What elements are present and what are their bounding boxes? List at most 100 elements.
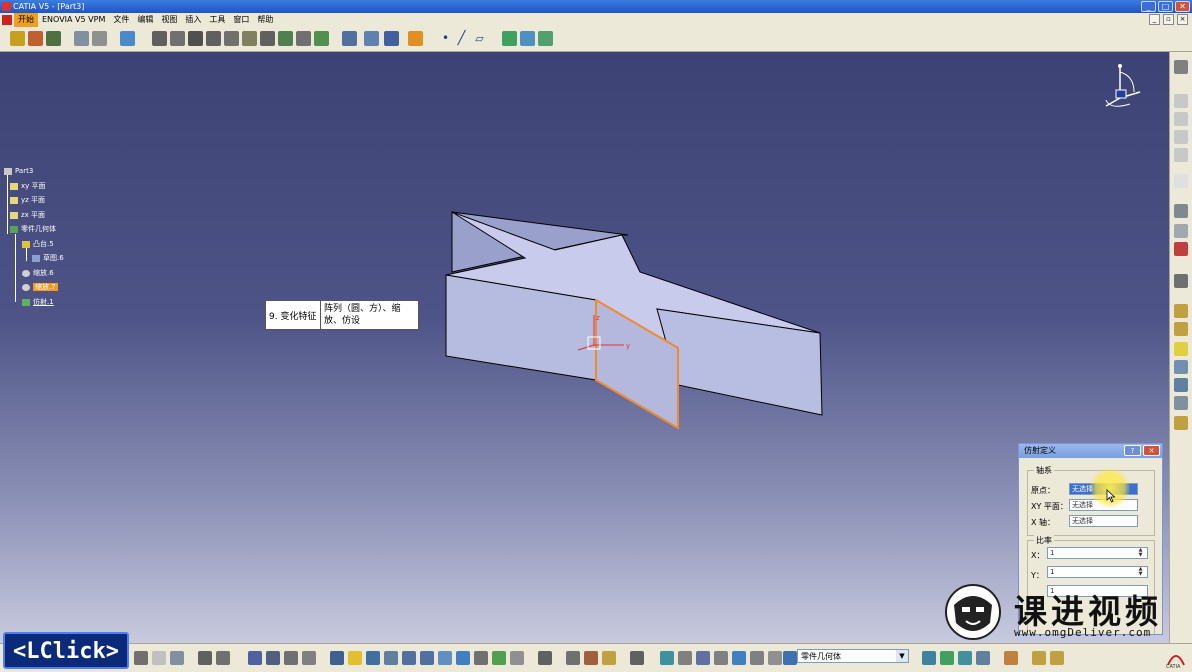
menu-tools[interactable]: 工具 <box>205 13 229 27</box>
maximize-button[interactable]: □ <box>1158 1 1173 12</box>
iso-view-icon[interactable] <box>456 651 470 665</box>
dimension-icon[interactable] <box>714 651 728 665</box>
tree-item-pad[interactable]: 凸台.5 <box>22 238 54 250</box>
y-ratio-field[interactable]: 1 ▲ ▼ <box>1047 566 1148 578</box>
x-axis-field[interactable]: 无选择 <box>1069 515 1138 527</box>
fit-all-icon[interactable] <box>330 651 344 665</box>
tree-item-scaling-6[interactable]: 缩放.6 <box>22 267 54 279</box>
chamfer-icon[interactable] <box>170 31 185 46</box>
assemble-icon[interactable] <box>1174 322 1188 336</box>
update-icon[interactable] <box>302 651 316 665</box>
shading-icon[interactable] <box>474 651 488 665</box>
menu-file[interactable]: 文件 <box>109 13 133 27</box>
minimize-button[interactable]: _ <box>1141 1 1156 12</box>
transform-icon[interactable] <box>1174 360 1188 374</box>
menu-start[interactable]: 开始 <box>14 13 38 27</box>
view-front-icon[interactable] <box>1174 94 1188 108</box>
draft-icon[interactable] <box>188 31 203 46</box>
close-surface-icon[interactable] <box>296 31 311 46</box>
3d-viewport[interactable]: y z Part3 xy 平面 yz 平面 zx 平面 零件几何体 凸台.5 草… <box>0 52 1169 643</box>
sew-surface-icon[interactable] <box>314 31 329 46</box>
tools-palette-icon[interactable] <box>1032 651 1046 665</box>
axis-icon[interactable] <box>696 651 710 665</box>
tree-item-body[interactable]: 零件几何体 <box>10 223 56 235</box>
chevron-down-icon[interactable]: ▼ <box>896 650 908 662</box>
gear-icon[interactable] <box>1174 60 1188 74</box>
close-button[interactable]: ✕ <box>1175 1 1190 12</box>
material-icon[interactable] <box>602 651 616 665</box>
annotation-icon[interactable] <box>408 31 423 46</box>
normal-view-icon[interactable] <box>438 651 452 665</box>
document-icon[interactable] <box>2 15 12 25</box>
dialog-help-button[interactable]: ? <box>1124 445 1141 456</box>
menu-edit[interactable]: 编辑 <box>133 13 157 27</box>
tree-item-affinity[interactable]: 仿射.1 <box>22 296 54 308</box>
shell-icon[interactable] <box>206 31 221 46</box>
pan-icon[interactable] <box>366 651 380 665</box>
thick-surface-icon[interactable] <box>278 31 293 46</box>
menu-window[interactable]: 窗口 <box>229 13 253 27</box>
dialog-title-bar[interactable]: 仿射定义 ? ✕ <box>1019 444 1162 458</box>
fly-icon[interactable] <box>348 651 362 665</box>
x-ratio-spinner[interactable]: ▲ ▼ <box>1136 548 1145 558</box>
formula-icon[interactable] <box>198 651 212 665</box>
tree-root-part[interactable]: Part3 <box>4 165 33 177</box>
tree-item-sketch[interactable]: 草图.6 <box>32 252 64 264</box>
zoom-in-icon[interactable] <box>402 651 416 665</box>
rib-icon[interactable] <box>92 31 107 46</box>
shaft-icon[interactable] <box>46 31 61 46</box>
fillet-icon[interactable] <box>152 31 167 46</box>
current-body-select[interactable]: 零件几何体 ▼ <box>797 649 909 663</box>
view-left-icon[interactable] <box>1174 130 1188 144</box>
view-right-icon[interactable] <box>1174 148 1188 162</box>
doc-close-button[interactable]: × <box>1177 14 1188 25</box>
current-body-icon[interactable] <box>783 651 797 665</box>
sketch-icon[interactable] <box>120 31 135 46</box>
point-icon[interactable]: • <box>438 31 453 46</box>
undo-icon[interactable] <box>134 651 148 665</box>
add-body-icon[interactable] <box>1174 342 1188 356</box>
swap-space-icon[interactable] <box>510 651 524 665</box>
x-ratio-field[interactable]: 1 ▲ ▼ <box>1047 547 1148 559</box>
select-cursor-icon[interactable] <box>1174 174 1188 188</box>
knowledge-icon[interactable] <box>266 651 280 665</box>
scaling-tool-icon[interactable] <box>1174 378 1188 392</box>
filter-icon[interactable] <box>750 651 764 665</box>
union-trim-icon[interactable] <box>976 651 990 665</box>
compass-icon[interactable] <box>1100 62 1146 114</box>
pad-icon[interactable] <box>10 31 25 46</box>
sketcher-icon[interactable] <box>1174 204 1188 218</box>
redo-icon[interactable] <box>152 651 166 665</box>
translation-icon[interactable] <box>342 31 357 46</box>
pocket-icon[interactable] <box>28 31 43 46</box>
pattern-icon[interactable] <box>384 31 399 46</box>
mirror-icon[interactable] <box>364 31 379 46</box>
boolean-remove-icon[interactable] <box>940 651 954 665</box>
remove-lump-icon[interactable] <box>1004 651 1018 665</box>
line-icon[interactable]: ╱ <box>454 31 469 46</box>
view-back-icon[interactable] <box>1174 112 1188 126</box>
table-icon[interactable] <box>248 651 262 665</box>
hide-show-icon[interactable] <box>492 651 506 665</box>
dialog-close-button[interactable]: ✕ <box>1143 445 1160 456</box>
inertia-icon[interactable] <box>584 651 598 665</box>
measure-item-icon[interactable] <box>566 651 580 665</box>
multi-view-icon[interactable] <box>1050 651 1064 665</box>
split-icon[interactable] <box>260 31 275 46</box>
measure-icon[interactable] <box>502 31 517 46</box>
plane-sketch-icon[interactable] <box>1174 242 1188 256</box>
doc-restore-button[interactable]: ▫ <box>1163 14 1174 25</box>
whats-this-icon[interactable] <box>170 651 184 665</box>
menu-help[interactable]: 帮助 <box>253 13 277 27</box>
analysis-icon[interactable] <box>520 31 535 46</box>
hand-icon[interactable] <box>678 651 692 665</box>
constraint-icon[interactable] <box>1174 274 1188 288</box>
tree-item-zx-plane[interactable]: zx 平面 <box>10 209 45 221</box>
plane-icon[interactable]: ▱ <box>472 31 487 46</box>
thread-icon[interactable] <box>242 31 257 46</box>
refresh-icon[interactable] <box>660 651 674 665</box>
apply-material-icon[interactable] <box>538 31 553 46</box>
menu-insert[interactable]: 插入 <box>181 13 205 27</box>
layer-icon[interactable] <box>732 651 746 665</box>
boolean-icon[interactable] <box>1174 304 1188 318</box>
